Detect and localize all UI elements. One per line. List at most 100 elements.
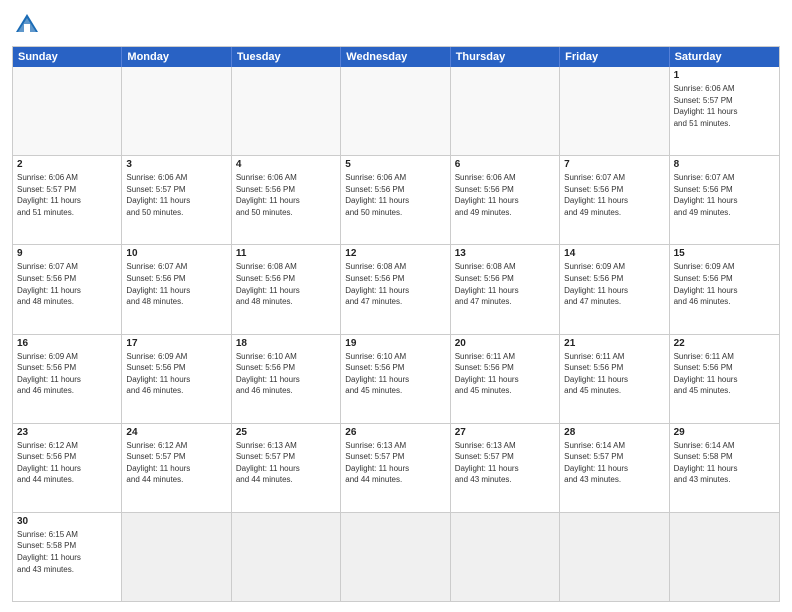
day-number: 19 [345, 338, 445, 349]
day-number: 8 [674, 159, 775, 170]
cell-info: Sunrise: 6:07 AM Sunset: 5:56 PM Dayligh… [126, 261, 226, 307]
header-day-thursday: Thursday [451, 47, 560, 67]
cell-info: Sunrise: 6:06 AM Sunset: 5:57 PM Dayligh… [126, 172, 226, 218]
cell-info: Sunrise: 6:12 AM Sunset: 5:56 PM Dayligh… [17, 440, 117, 486]
day-number: 9 [17, 248, 117, 259]
calendar-cell-2-3: 12 Sunrise: 6:08 AM Sunset: 5:56 PM Dayli… [341, 245, 450, 333]
day-number: 3 [126, 159, 226, 170]
day-number: 6 [455, 159, 555, 170]
day-number: 2 [17, 159, 117, 170]
calendar-cell-3-5: 21 Sunrise: 6:11 AM Sunset: 5:56 PM Dayli… [560, 335, 669, 423]
day-number: 1 [674, 70, 775, 81]
calendar-cell-2-2: 11 Sunrise: 6:08 AM Sunset: 5:56 PM Dayli… [232, 245, 341, 333]
cell-info: Sunrise: 6:07 AM Sunset: 5:56 PM Dayligh… [17, 261, 117, 307]
cell-info: Sunrise: 6:08 AM Sunset: 5:56 PM Dayligh… [455, 261, 555, 307]
calendar-row-1: 2 Sunrise: 6:06 AM Sunset: 5:57 PM Daylig… [13, 155, 779, 244]
calendar-cell-2-1: 10Sunrise: 6:07 AM Sunset: 5:56 PM Dayli… [122, 245, 231, 333]
calendar-cell-4-6: 29Sunrise: 6:14 AM Sunset: 5:58 PM Dayli… [670, 424, 779, 512]
day-number: 27 [455, 427, 555, 438]
calendar-cell-2-4: 13Sunrise: 6:08 AM Sunset: 5:56 PM Dayli… [451, 245, 560, 333]
cell-info: Sunrise: 6:09 AM Sunset: 5:56 PM Dayligh… [674, 261, 775, 307]
calendar-cell-2-5: 14Sunrise: 6:09 AM Sunset: 5:56 PM Dayli… [560, 245, 669, 333]
day-number: 28 [564, 427, 664, 438]
calendar-cell-4-3: 26Sunrise: 6:13 AM Sunset: 5:57 PM Dayli… [341, 424, 450, 512]
calendar-cell-0-5 [560, 67, 669, 155]
header-day-friday: Friday [560, 47, 669, 67]
cell-info: Sunrise: 6:15 AM Sunset: 5:58 PM Dayligh… [17, 529, 117, 575]
day-number: 20 [455, 338, 555, 349]
calendar-cell-4-5: 28 Sunrise: 6:14 AM Sunset: 5:57 PM Dayli… [560, 424, 669, 512]
cell-info: Sunrise: 6:06 AM Sunset: 5:56 PM Dayligh… [236, 172, 336, 218]
day-number: 29 [674, 427, 775, 438]
day-number: 21 [564, 338, 664, 349]
calendar-cell-1-0: 2 Sunrise: 6:06 AM Sunset: 5:57 PM Daylig… [13, 156, 122, 244]
cell-info: Sunrise: 6:12 AM Sunset: 5:57 PM Dayligh… [126, 440, 226, 486]
cell-info: Sunrise: 6:13 AM Sunset: 5:57 PM Dayligh… [236, 440, 336, 486]
cell-info: Sunrise: 6:10 AM Sunset: 5:56 PM Dayligh… [236, 351, 336, 397]
calendar-cell-3-6: 22 Sunrise: 6:11 AM Sunset: 5:56 PM Dayli… [670, 335, 779, 423]
calendar-cell-1-3: 5 Sunrise: 6:06 AM Sunset: 5:56 PM Daylig… [341, 156, 450, 244]
cell-info: Sunrise: 6:08 AM Sunset: 5:56 PM Dayligh… [236, 261, 336, 307]
cell-info: Sunrise: 6:06 AM Sunset: 5:56 PM Dayligh… [345, 172, 445, 218]
calendar-cell-1-1: 3 Sunrise: 6:06 AM Sunset: 5:57 PM Daylig… [122, 156, 231, 244]
calendar-cell-5-6 [670, 513, 779, 601]
cell-info: Sunrise: 6:07 AM Sunset: 5:56 PM Dayligh… [564, 172, 664, 218]
cell-info: Sunrise: 6:11 AM Sunset: 5:56 PM Dayligh… [674, 351, 775, 397]
day-number: 11 [236, 248, 336, 259]
cell-info: Sunrise: 6:14 AM Sunset: 5:57 PM Dayligh… [564, 440, 664, 486]
calendar-body: 1 Sunrise: 6:06 AM Sunset: 5:57 PM Daylig… [13, 67, 779, 601]
header-day-monday: Monday [122, 47, 231, 67]
day-number: 18 [236, 338, 336, 349]
day-number: 12 [345, 248, 445, 259]
calendar-cell-0-1 [122, 67, 231, 155]
calendar-header: SundayMondayTuesdayWednesdayThursdayFrid… [13, 47, 779, 67]
calendar-cell-3-4: 20Sunrise: 6:11 AM Sunset: 5:56 PM Dayli… [451, 335, 560, 423]
calendar-cell-4-1: 24 Sunrise: 6:12 AM Sunset: 5:57 PM Dayli… [122, 424, 231, 512]
logo [12, 10, 46, 40]
day-number: 17 [126, 338, 226, 349]
day-number: 14 [564, 248, 664, 259]
header [12, 10, 780, 40]
cell-info: Sunrise: 6:09 AM Sunset: 5:56 PM Dayligh… [126, 351, 226, 397]
cell-info: Sunrise: 6:11 AM Sunset: 5:56 PM Dayligh… [564, 351, 664, 397]
calendar-cell-5-3 [341, 513, 450, 601]
day-number: 22 [674, 338, 775, 349]
calendar-cell-4-0: 23Sunrise: 6:12 AM Sunset: 5:56 PM Dayli… [13, 424, 122, 512]
header-day-saturday: Saturday [670, 47, 779, 67]
day-number: 5 [345, 159, 445, 170]
day-number: 16 [17, 338, 117, 349]
day-number: 25 [236, 427, 336, 438]
header-day-sunday: Sunday [13, 47, 122, 67]
calendar-cell-1-5: 7Sunrise: 6:07 AM Sunset: 5:56 PM Daylig… [560, 156, 669, 244]
header-day-tuesday: Tuesday [232, 47, 341, 67]
calendar-cell-1-2: 4Sunrise: 6:06 AM Sunset: 5:56 PM Daylig… [232, 156, 341, 244]
calendar-cell-3-1: 17 Sunrise: 6:09 AM Sunset: 5:56 PM Dayli… [122, 335, 231, 423]
calendar-row-2: 9 Sunrise: 6:07 AM Sunset: 5:56 PM Daylig… [13, 244, 779, 333]
day-number: 30 [17, 516, 117, 527]
calendar-cell-5-4 [451, 513, 560, 601]
calendar-cell-5-1 [122, 513, 231, 601]
header-day-wednesday: Wednesday [341, 47, 450, 67]
calendar-cell-3-2: 18 Sunrise: 6:10 AM Sunset: 5:56 PM Dayli… [232, 335, 341, 423]
calendar-row-4: 23Sunrise: 6:12 AM Sunset: 5:56 PM Dayli… [13, 423, 779, 512]
calendar-cell-0-2 [232, 67, 341, 155]
calendar-cell-2-0: 9 Sunrise: 6:07 AM Sunset: 5:56 PM Daylig… [13, 245, 122, 333]
cell-info: Sunrise: 6:13 AM Sunset: 5:57 PM Dayligh… [345, 440, 445, 486]
calendar-cell-4-2: 25 Sunrise: 6:13 AM Sunset: 5:57 PM Dayli… [232, 424, 341, 512]
cell-info: Sunrise: 6:07 AM Sunset: 5:56 PM Dayligh… [674, 172, 775, 218]
calendar-cell-5-5 [560, 513, 669, 601]
cell-info: Sunrise: 6:13 AM Sunset: 5:57 PM Dayligh… [455, 440, 555, 486]
calendar: SundayMondayTuesdayWednesdayThursdayFrid… [12, 46, 780, 602]
day-number: 24 [126, 427, 226, 438]
calendar-cell-0-6: 1Sunrise: 6:06 AM Sunset: 5:57 PM Daylig… [670, 67, 779, 155]
cell-info: Sunrise: 6:06 AM Sunset: 5:57 PM Dayligh… [17, 172, 117, 218]
calendar-row-0: 1Sunrise: 6:06 AM Sunset: 5:57 PM Daylig… [13, 67, 779, 155]
calendar-cell-0-4 [451, 67, 560, 155]
cell-info: Sunrise: 6:06 AM Sunset: 5:56 PM Dayligh… [455, 172, 555, 218]
calendar-cell-1-6: 8 Sunrise: 6:07 AM Sunset: 5:56 PM Daylig… [670, 156, 779, 244]
calendar-cell-5-0: 30 Sunrise: 6:15 AM Sunset: 5:58 PM Dayli… [13, 513, 122, 601]
cell-info: Sunrise: 6:08 AM Sunset: 5:56 PM Dayligh… [345, 261, 445, 307]
calendar-cell-3-3: 19Sunrise: 6:10 AM Sunset: 5:56 PM Dayli… [341, 335, 450, 423]
calendar-cell-2-6: 15 Sunrise: 6:09 AM Sunset: 5:56 PM Dayli… [670, 245, 779, 333]
day-number: 15 [674, 248, 775, 259]
